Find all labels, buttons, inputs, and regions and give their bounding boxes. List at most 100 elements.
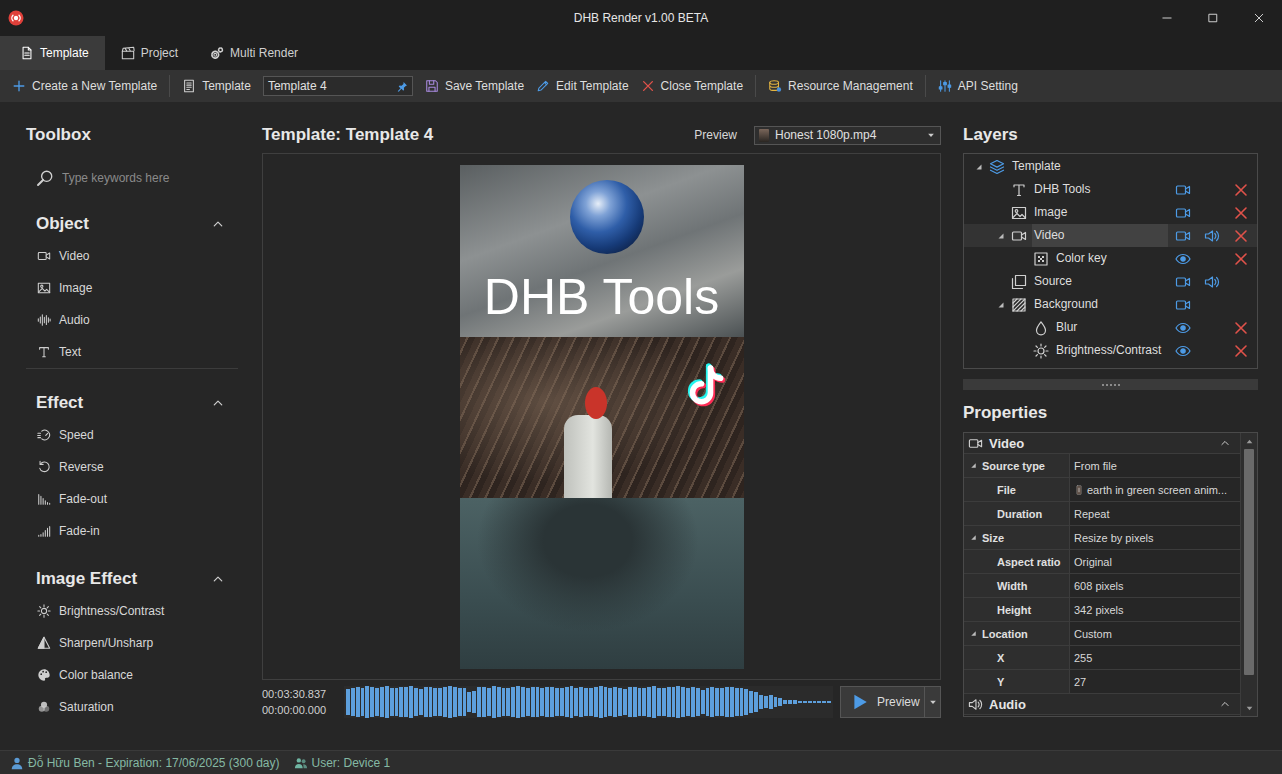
toolbox-item[interactable]: Saturation <box>26 691 238 723</box>
property-value[interactable]: 342 pixels <box>1070 598 1240 621</box>
toolbox-item[interactable]: Brightness/Contrast <box>26 595 238 627</box>
resource-management-button[interactable]: Resource Management <box>762 73 919 99</box>
figure-head <box>585 387 607 419</box>
remove-button[interactable] <box>1226 228 1255 244</box>
close-template-button[interactable]: Close Template <box>635 73 750 99</box>
expander[interactable] <box>1016 252 1030 266</box>
property-value[interactable]: From file <box>1070 454 1240 477</box>
expander[interactable] <box>1016 321 1030 335</box>
preview-button[interactable]: Preview <box>840 686 925 718</box>
button-label: Close Template <box>661 79 744 93</box>
visibility-toggle[interactable] <box>1168 343 1197 359</box>
toolbox-item[interactable]: Color balance <box>26 659 238 691</box>
remove-button[interactable] <box>1226 251 1255 267</box>
edit-template-button[interactable]: Edit Template <box>530 73 635 99</box>
save-template-button[interactable]: Save Template <box>419 73 530 99</box>
property-value[interactable]: 608 pixels <box>1070 574 1240 597</box>
scroll-up-button[interactable] <box>1241 433 1257 449</box>
layer-row[interactable]: Template <box>964 155 1257 178</box>
property-value[interactable]: earth in green screen anim... <box>1070 478 1240 501</box>
scroll-thumb[interactable] <box>1244 449 1254 675</box>
remove-button[interactable] <box>1226 320 1255 336</box>
toolbox-item[interactable]: Text <box>26 336 238 368</box>
property-row[interactable]: Duration Repeat <box>964 502 1240 526</box>
template-field[interactable]: Template 4 <box>263 76 413 96</box>
toolbox-item[interactable]: Video <box>26 240 238 272</box>
minimize-button[interactable] <box>1144 0 1190 36</box>
tab[interactable]: Template <box>0 36 105 70</box>
expander[interactable] <box>994 183 1008 197</box>
section-header[interactable]: Image Effect <box>26 563 238 595</box>
remove-button[interactable] <box>1226 205 1255 221</box>
search-input[interactable] <box>62 171 238 185</box>
remove-button[interactable] <box>1226 343 1255 359</box>
property-row[interactable]: Source type From file <box>964 454 1240 478</box>
expander[interactable] <box>994 298 1008 312</box>
scrollbar[interactable] <box>1240 433 1257 716</box>
property-section-header[interactable]: Video <box>964 433 1240 454</box>
property-value[interactable]: 255 <box>1070 646 1240 669</box>
visibility-toggle[interactable] <box>1168 205 1197 221</box>
status-text: Đỗ Hữu Ben - Expiration: 17/06/2025 (300… <box>28 756 280 770</box>
property-row[interactable]: File earth in green screen anim... <box>964 478 1240 502</box>
layer-row[interactable]: Color key <box>964 247 1257 270</box>
property-value[interactable]: Repeat <box>1070 502 1240 525</box>
expander[interactable] <box>994 275 1008 289</box>
panel-splitter[interactable] <box>963 379 1258 390</box>
visibility-toggle[interactable] <box>1168 274 1197 290</box>
toolbox-item[interactable]: Fade-in <box>26 515 238 547</box>
expander[interactable] <box>972 160 986 174</box>
toolbox-item[interactable]: Fade-out <box>26 483 238 515</box>
property-row[interactable]: Size Resize by pixels <box>964 526 1240 550</box>
property-row[interactable]: Aspect ratio Original <box>964 550 1240 574</box>
visibility-toggle[interactable] <box>1168 228 1197 244</box>
layer-row[interactable]: Image <box>964 201 1257 224</box>
toolbox-search[interactable] <box>36 166 238 190</box>
property-row[interactable]: Width 608 pixels <box>964 574 1240 598</box>
property-value[interactable]: Resize by pixels <box>1070 526 1240 549</box>
property-value[interactable]: 27 <box>1070 670 1240 693</box>
visibility-toggle[interactable] <box>1168 297 1197 313</box>
property-row[interactable]: X 255 <box>964 646 1240 670</box>
create-template-button[interactable]: Create a New Template <box>6 73 163 99</box>
layer-row[interactable]: Background <box>964 293 1257 316</box>
toolbox-item[interactable]: Image <box>26 272 238 304</box>
tab[interactable]: Multi Render <box>194 36 314 70</box>
visibility-toggle[interactable] <box>1168 320 1197 336</box>
scroll-down-button[interactable] <box>1241 700 1257 716</box>
visibility-toggle[interactable] <box>1168 251 1197 267</box>
visibility-toggle[interactable] <box>1168 182 1197 198</box>
remove-button[interactable] <box>1226 182 1255 198</box>
section-header[interactable]: Object <box>26 208 238 240</box>
preview-dropdown-button[interactable] <box>925 686 941 718</box>
scroll-track[interactable] <box>1241 449 1257 700</box>
property-row[interactable]: Height 342 pixels <box>964 598 1240 622</box>
property-value[interactable]: Custom <box>1070 622 1240 645</box>
expander[interactable] <box>994 229 1008 243</box>
layer-row[interactable]: Blur <box>964 316 1257 339</box>
maximize-button[interactable] <box>1190 0 1236 36</box>
preview-source-select[interactable]: Honest 1080p.mp4 <box>754 126 941 145</box>
toolbox-item[interactable]: Sharpen/Unsharp <box>26 627 238 659</box>
layer-row[interactable]: Source <box>964 270 1257 293</box>
layer-row[interactable]: Brightness/Contrast <box>964 339 1257 362</box>
audio-toggle[interactable] <box>1197 274 1226 290</box>
section-header[interactable]: Effect <box>26 387 238 419</box>
toolbox-item[interactable]: Speed <box>26 419 238 451</box>
property-row[interactable]: Location Custom <box>964 622 1240 646</box>
expander[interactable] <box>994 206 1008 220</box>
layer-row[interactable]: Video <box>964 224 1257 247</box>
audio-toggle[interactable] <box>1197 228 1226 244</box>
toolbox-item[interactable]: Reverse <box>26 451 238 483</box>
expander[interactable] <box>1016 344 1030 358</box>
property-section-header[interactable]: Audio <box>964 694 1240 715</box>
audio-waveform[interactable] <box>344 686 833 718</box>
layer-row[interactable]: DHB Tools <box>964 178 1257 201</box>
property-row[interactable]: Y 27 <box>964 670 1240 694</box>
property-value[interactable]: Original <box>1070 550 1240 573</box>
toolbox-item[interactable]: Audio <box>26 304 238 336</box>
tab[interactable]: Project <box>105 36 194 70</box>
video-frame[interactable]: DHB Tools <box>460 165 744 669</box>
api-setting-button[interactable]: API Setting <box>932 73 1024 99</box>
close-button[interactable] <box>1236 0 1282 36</box>
